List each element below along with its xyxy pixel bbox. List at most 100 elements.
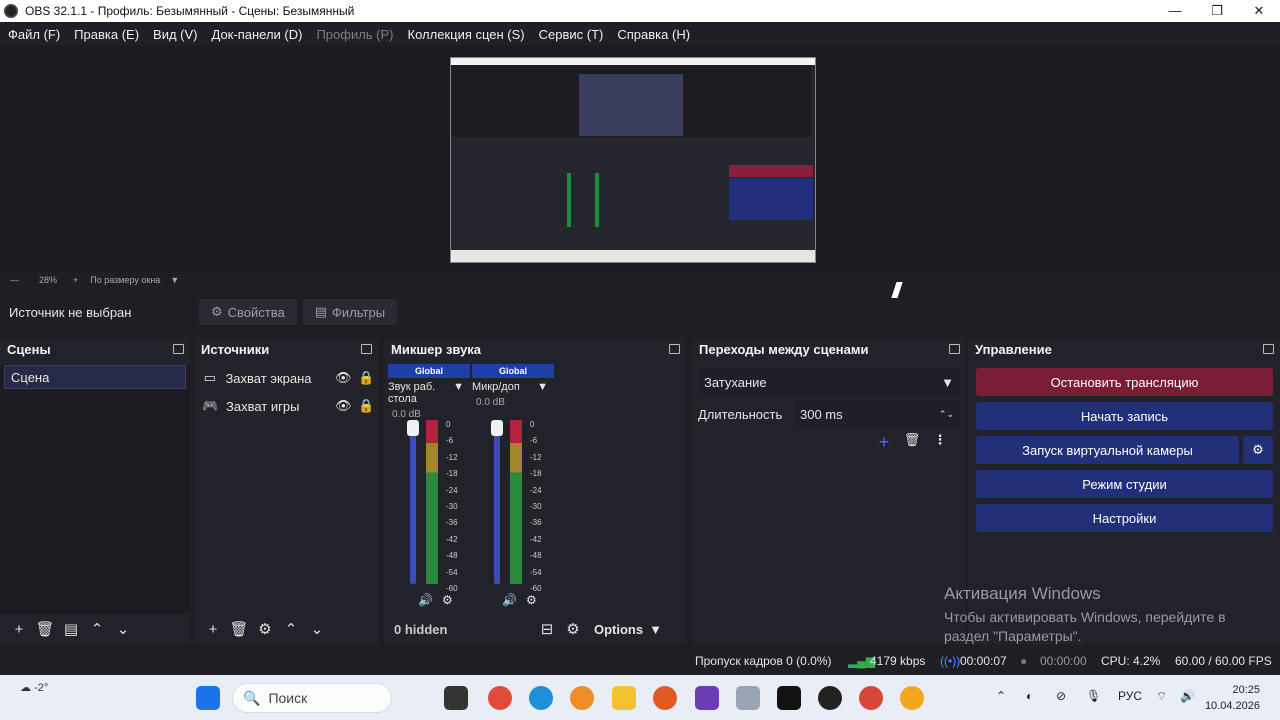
- menu-edit[interactable]: Правка (E): [74, 27, 139, 42]
- properties-button[interactable]: ⚙ Свойства: [199, 299, 297, 325]
- app-icon[interactable]: [570, 686, 594, 710]
- transition-select[interactable]: Затухание ▼: [698, 368, 960, 396]
- watermark-line1: Чтобы активировать Windows, перейдите в: [944, 609, 1226, 625]
- zoom-in-button[interactable]: +: [73, 275, 78, 285]
- add-icon[interactable]: +: [200, 621, 226, 638]
- app-icon[interactable]: [859, 686, 883, 710]
- menu-file[interactable]: Файл (F): [8, 27, 60, 42]
- monitor-audio-icon[interactable]: ⚙: [526, 593, 537, 607]
- add-icon[interactable]: +: [6, 621, 32, 638]
- zoom-mode[interactable]: По размеру окна: [90, 275, 160, 285]
- source-item-game-capture[interactable]: 🎮 Захват игры 👁 🔒: [194, 392, 378, 420]
- source-label: Захват игры: [226, 398, 300, 414]
- chevron-up-icon[interactable]: ⌃: [278, 620, 304, 638]
- settings-button[interactable]: Настройки: [976, 504, 1273, 532]
- trash-icon[interactable]: 🗑: [226, 620, 252, 638]
- monitor-audio-icon[interactable]: ⚙: [442, 593, 453, 607]
- chevron-up-icon[interactable]: ⌃: [996, 689, 1006, 703]
- start-virtual-camera-button[interactable]: Запуск виртуальной камеры: [976, 436, 1239, 464]
- menu-scene-collection[interactable]: Коллекция сцен (S): [408, 27, 525, 42]
- lock-icon[interactable]: 🔒: [355, 398, 378, 414]
- fader-handle[interactable]: [407, 420, 419, 436]
- stop-streaming-button[interactable]: Остановить трансляцию: [976, 368, 1273, 396]
- app-icon[interactable]: [695, 686, 719, 710]
- tray-icon[interactable]: ⊘: [1056, 689, 1066, 703]
- more-vertical-icon[interactable]: ⋮: [926, 432, 954, 453]
- speaker-icon[interactable]: 🔊: [502, 593, 517, 607]
- preview-canvas[interactable]: [450, 57, 816, 263]
- level-meter: [510, 420, 522, 584]
- volume-fader[interactable]: [494, 420, 500, 584]
- maximize-button[interactable]: ❐: [1196, 0, 1238, 22]
- chevron-down-icon[interactable]: ▼: [649, 622, 662, 637]
- chevron-down-icon[interactable]: ⌄: [304, 620, 330, 638]
- lock-icon[interactable]: 🔒: [355, 370, 378, 386]
- studio-mode-button[interactable]: Режим студии: [976, 470, 1273, 498]
- record-icon: ●: [1020, 654, 1028, 668]
- app-icon[interactable]: [900, 686, 924, 710]
- mixer-channel-desktop: Global Звук раб. стола ▼ 0.0 dB 0 -6 -12 -18…: [388, 364, 470, 610]
- taskbar-search[interactable]: 🔍 Поиск: [232, 683, 392, 713]
- trash-icon[interactable]: 🗑: [32, 620, 58, 638]
- menu-view[interactable]: Вид (V): [153, 27, 197, 42]
- source-item-screen-capture[interactable]: ▭ Захват экрана 👁 🔒: [194, 364, 378, 392]
- undock-icon[interactable]: [669, 344, 680, 354]
- window-title: OBS 32.1.1 - Профиль: Безымянный - Сцены…: [25, 4, 355, 18]
- chrome-icon[interactable]: [488, 686, 512, 710]
- menu-tools[interactable]: Сервис (T): [539, 27, 604, 42]
- zoom-out-button[interactable]: —: [10, 275, 19, 285]
- minimize-button[interactable]: —: [1154, 0, 1196, 22]
- clock[interactable]: 20:25 10.04.2026: [1205, 682, 1260, 714]
- stepper-icon[interactable]: ⌃⌄: [939, 409, 954, 420]
- duration-spinbox[interactable]: 300 ms ⌃⌄: [794, 400, 960, 428]
- language-indicator[interactable]: РУС: [1118, 689, 1142, 703]
- volume-icon[interactable]: 🔊: [1180, 689, 1195, 703]
- undock-icon[interactable]: [361, 344, 372, 354]
- undock-icon[interactable]: [1263, 344, 1274, 354]
- close-button[interactable]: ✕: [1238, 0, 1280, 22]
- gamepad-icon: 🎮: [202, 398, 219, 413]
- menu-docks[interactable]: Док-панели (D): [212, 27, 303, 42]
- chevron-down-icon[interactable]: ⌄: [110, 620, 136, 638]
- undock-icon[interactable]: [949, 344, 960, 354]
- speaker-icon[interactable]: 🔊: [418, 593, 433, 607]
- trash-icon[interactable]: 🗑: [898, 432, 926, 453]
- menu-profile: Профиль (P): [316, 26, 394, 42]
- app-icon[interactable]: [653, 686, 677, 710]
- microphone-icon[interactable]: 🎙: [1086, 689, 1101, 703]
- filter-icon[interactable]: ▤: [58, 620, 84, 638]
- start-recording-button[interactable]: Начать запись: [976, 402, 1273, 430]
- chevron-down-icon[interactable]: ▼: [453, 381, 464, 405]
- weather-widget[interactable]: ☁ -2°: [20, 681, 48, 694]
- virtual-camera-settings-button[interactable]: ⚙: [1243, 436, 1273, 464]
- file-explorer-icon[interactable]: [612, 686, 636, 710]
- scene-item[interactable]: Сцена: [4, 365, 186, 389]
- mixer-settings-icon[interactable]: ⚙: [560, 620, 586, 638]
- options-button[interactable]: Options: [594, 622, 643, 637]
- app-icon[interactable]: [736, 686, 760, 710]
- chevron-down-icon[interactable]: ▼: [537, 381, 548, 393]
- edge-icon[interactable]: [529, 686, 553, 710]
- fader-handle[interactable]: [491, 420, 503, 436]
- eye-icon[interactable]: 👁: [332, 370, 355, 386]
- gear-icon: ⚙: [1252, 442, 1264, 457]
- chevron-down-icon[interactable]: ▼: [170, 275, 179, 285]
- windows-start-icon[interactable]: [196, 686, 220, 710]
- app-icon[interactable]: [777, 686, 801, 710]
- preview-nested-stop-button: [729, 165, 813, 177]
- preview-area[interactable]: [0, 46, 1280, 272]
- transitions-dock: Переходы между сценами Затухание ▼ Длите…: [692, 338, 966, 644]
- chevron-up-icon[interactable]: ⌃: [84, 620, 110, 638]
- gear-icon[interactable]: ⚙: [252, 620, 278, 638]
- volume-fader[interactable]: [410, 420, 416, 584]
- menu-help[interactable]: Справка (H): [617, 27, 690, 42]
- add-icon[interactable]: +: [870, 432, 898, 453]
- filters-button[interactable]: ▤ Фильтры: [302, 299, 398, 325]
- eye-icon[interactable]: 👁: [332, 398, 355, 414]
- task-view-icon[interactable]: [444, 686, 468, 710]
- layout-icon[interactable]: ⊟: [534, 620, 560, 638]
- tray-icon[interactable]: ◐: [1026, 689, 1033, 703]
- wifi-icon[interactable]: ⌔: [1156, 689, 1167, 704]
- undock-icon[interactable]: [173, 344, 184, 354]
- obs-taskbar-icon[interactable]: [818, 686, 842, 710]
